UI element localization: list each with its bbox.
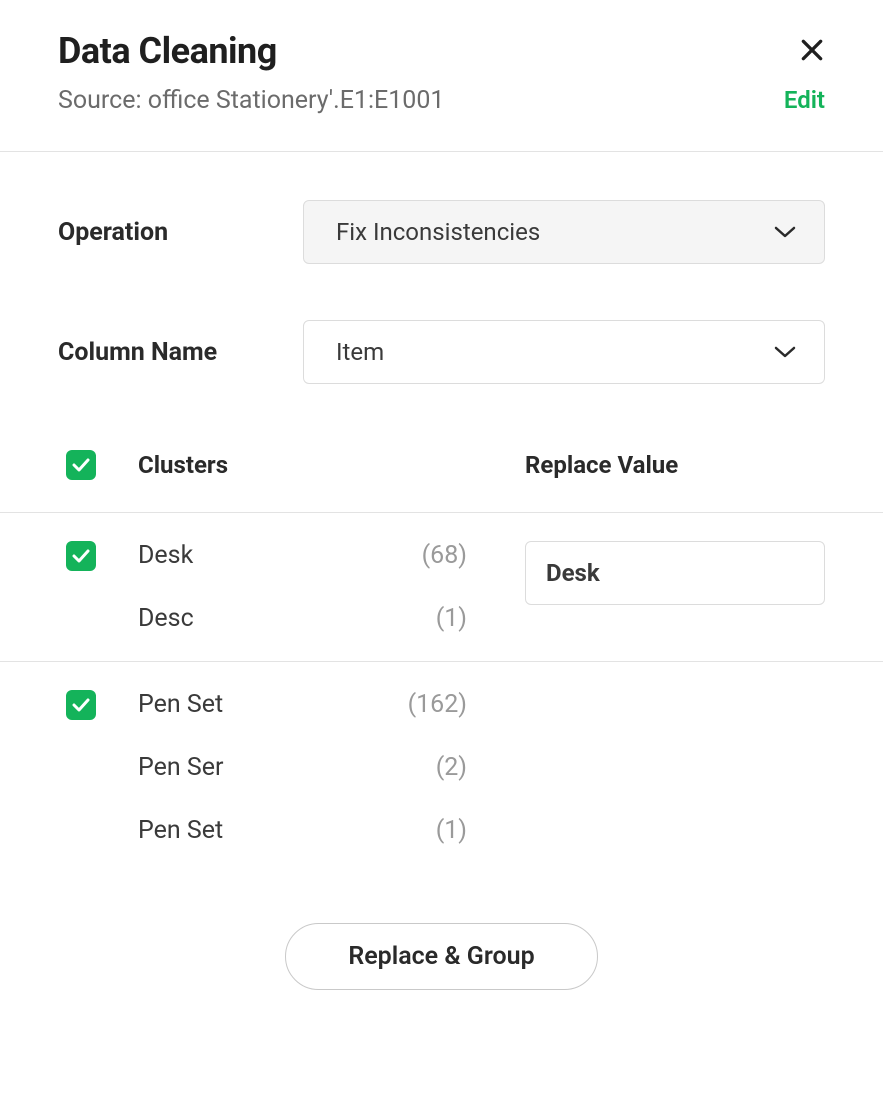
cluster-row: Desk (68) Desc (1) xyxy=(58,513,825,661)
variant-row: Pen Set (162) xyxy=(138,690,525,719)
variant-row: Desk (68) xyxy=(138,541,525,570)
source-label: Source: office Stationery'.E1:E1001 xyxy=(58,86,444,115)
close-button[interactable] xyxy=(799,36,825,68)
close-icon xyxy=(799,33,825,71)
variant-row: Pen Set (1) xyxy=(138,816,525,845)
data-cleaning-panel: Data Cleaning Source: office Stationery'… xyxy=(0,0,883,1030)
variant-row: Pen Ser (2) xyxy=(138,753,525,782)
replace-value-input[interactable] xyxy=(525,541,825,605)
check-icon xyxy=(72,698,90,712)
select-all-checkbox[interactable] xyxy=(66,450,96,480)
cluster-variants: Pen Set (162) Pen Ser (2) Pen Set (1) xyxy=(138,690,525,845)
variant-count: (1) xyxy=(405,816,525,845)
page-title: Data Cleaning xyxy=(58,30,277,72)
footer: Replace & Group xyxy=(58,873,825,990)
form-section: Operation Fix Inconsistencies Column Nam… xyxy=(58,152,825,424)
replace-and-group-button[interactable]: Replace & Group xyxy=(285,923,597,990)
replace-header: Replace Value xyxy=(525,451,825,479)
variant-count: (162) xyxy=(405,690,525,719)
operation-label: Operation xyxy=(58,218,303,247)
column-select[interactable]: Item xyxy=(303,320,825,384)
cluster-checkbox[interactable] xyxy=(66,541,96,571)
operation-row: Operation Fix Inconsistencies xyxy=(58,200,825,264)
clusters-header: Clusters xyxy=(138,451,525,479)
source-row: Source: office Stationery'.E1:E1001 Edit xyxy=(58,86,825,115)
check-icon xyxy=(72,549,90,563)
variant-name: Pen Set xyxy=(138,690,405,719)
table-header: Clusters Replace Value xyxy=(58,424,825,512)
operation-select[interactable]: Fix Inconsistencies xyxy=(303,200,825,264)
variant-name: Pen Ser xyxy=(138,753,405,782)
column-label: Column Name xyxy=(58,338,303,367)
variant-name: Desk xyxy=(138,541,405,570)
variant-row: Desc (1) xyxy=(138,604,525,633)
variant-count: (68) xyxy=(405,541,525,570)
chevron-down-icon xyxy=(774,225,796,239)
variant-count: (2) xyxy=(405,753,525,782)
variant-name: Pen Set xyxy=(138,816,405,845)
check-icon xyxy=(72,458,90,472)
cluster-variants: Desk (68) Desc (1) xyxy=(138,541,525,633)
operation-value: Fix Inconsistencies xyxy=(336,218,540,246)
column-row: Column Name Item xyxy=(58,320,825,384)
column-value: Item xyxy=(336,338,384,366)
chevron-down-icon xyxy=(774,345,796,359)
edit-link[interactable]: Edit xyxy=(784,86,825,114)
variant-count: (1) xyxy=(405,604,525,633)
variant-name: Desc xyxy=(138,604,405,633)
cluster-checkbox[interactable] xyxy=(66,690,96,720)
cluster-row: Pen Set (162) Pen Ser (2) Pen Set (1) xyxy=(58,662,825,873)
header-row: Data Cleaning xyxy=(58,30,825,72)
